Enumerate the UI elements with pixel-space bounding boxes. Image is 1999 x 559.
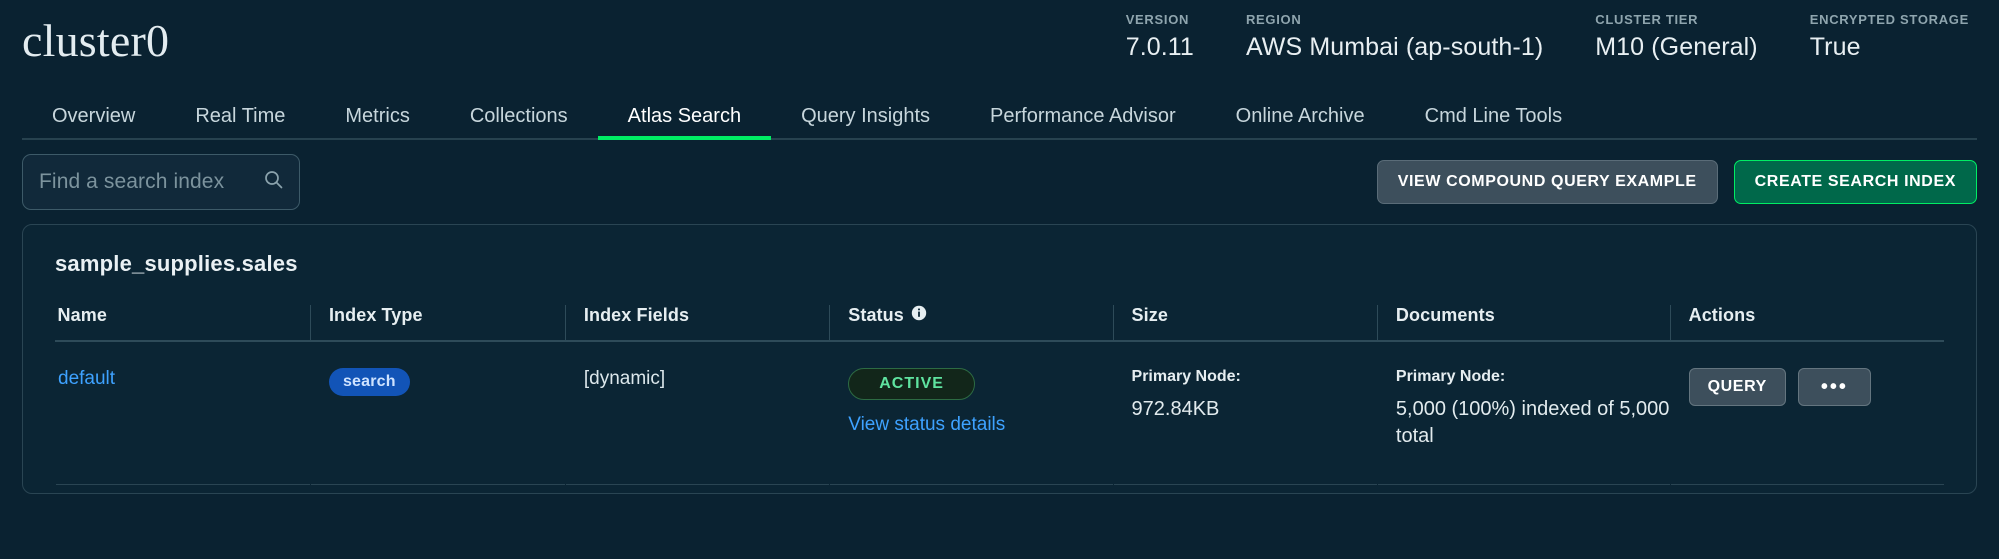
index-name-link[interactable]: default xyxy=(58,368,115,389)
tab-collections[interactable]: Collections xyxy=(440,92,598,140)
documents-value: 5,000 (100%) indexed of 5,000 total xyxy=(1396,396,1670,450)
tab-cmd-line-tools[interactable]: Cmd Line Tools xyxy=(1395,92,1592,140)
search-icon xyxy=(264,170,283,194)
toolbar-actions: VIEW COMPOUND QUERY EXAMPLE CREATE SEARC… xyxy=(1377,160,1977,204)
search-index-table: Name Index Type Index Fields Status xyxy=(55,305,1944,485)
tab-overview[interactable]: Overview xyxy=(22,92,165,140)
meta-version: VERSION 7.0.11 xyxy=(1126,12,1194,62)
index-type-badge: search xyxy=(329,368,410,396)
tab-atlas-search[interactable]: Atlas Search xyxy=(598,92,771,140)
column-header-index-type-label: Index Type xyxy=(329,305,423,326)
view-status-details-link[interactable]: View status details xyxy=(848,414,1112,436)
column-header-size-label: Size xyxy=(1132,305,1168,326)
meta-cluster-tier-value: M10 (General) xyxy=(1595,33,1757,62)
column-header-name: Name xyxy=(56,305,311,341)
search-index-box[interactable]: Find a search index xyxy=(22,154,300,210)
table-header-row: Name Index Type Index Fields Status xyxy=(56,305,1945,341)
column-header-name-label: Name xyxy=(58,305,107,326)
meta-version-label: VERSION xyxy=(1126,12,1194,27)
size-value: 972.84KB xyxy=(1132,396,1377,423)
tab-performance-advisor[interactable]: Performance Advisor xyxy=(960,92,1206,140)
meta-region-label: REGION xyxy=(1246,12,1543,27)
page-title: cluster0 xyxy=(22,14,169,67)
cell-index-type: search xyxy=(310,341,565,485)
cell-actions: QUERY ••• xyxy=(1670,341,1944,485)
status-badge: ACTIVE xyxy=(848,368,975,400)
meta-cluster-tier: CLUSTER TIER M10 (General) xyxy=(1595,12,1757,62)
documents-node-label: Primary Node: xyxy=(1396,368,1670,386)
column-header-documents: Documents xyxy=(1377,305,1670,341)
create-search-index-button[interactable]: CREATE SEARCH INDEX xyxy=(1734,160,1977,204)
query-button[interactable]: QUERY xyxy=(1689,368,1786,406)
cell-index-fields: [dynamic] xyxy=(565,341,829,485)
cell-status: ACTIVE View status details xyxy=(830,341,1113,485)
tab-query-insights[interactable]: Query Insights xyxy=(771,92,960,140)
meta-region: REGION AWS Mumbai (ap-south-1) xyxy=(1246,12,1543,62)
main-tab-bar: Overview Real Time Metrics Collections A… xyxy=(0,92,1999,140)
column-header-documents-label: Documents xyxy=(1396,305,1495,326)
index-fields-value: [dynamic] xyxy=(584,368,665,389)
size-node-label: Primary Node: xyxy=(1132,368,1377,386)
meta-encrypted-storage-label: ENCRYPTED STORAGE xyxy=(1810,12,1969,27)
row-actions: QUERY ••• xyxy=(1689,368,1944,406)
meta-encrypted-storage-value: True xyxy=(1810,33,1969,62)
more-actions-button[interactable]: ••• xyxy=(1798,368,1871,406)
meta-encrypted-storage: ENCRYPTED STORAGE True xyxy=(1810,12,1969,62)
column-header-index-fields-label: Index Fields xyxy=(584,305,689,326)
cell-documents: Primary Node: 5,000 (100%) indexed of 5,… xyxy=(1377,341,1670,485)
meta-region-value: AWS Mumbai (ap-south-1) xyxy=(1246,33,1543,62)
column-header-status: Status xyxy=(830,305,1113,341)
meta-version-value: 7.0.11 xyxy=(1126,33,1194,62)
column-header-index-fields: Index Fields xyxy=(565,305,829,341)
collection-namespace-title: sample_supplies.sales xyxy=(55,251,1944,277)
cluster-meta-group: VERSION 7.0.11 REGION AWS Mumbai (ap-sou… xyxy=(1126,12,1977,62)
column-header-size: Size xyxy=(1113,305,1377,341)
cell-size: Primary Node: 972.84KB xyxy=(1113,341,1377,485)
column-header-index-type: Index Type xyxy=(310,305,565,341)
search-toolbar: Find a search index VIEW COMPOUND QUERY … xyxy=(0,140,1999,224)
info-icon[interactable] xyxy=(911,305,927,326)
view-compound-query-example-button[interactable]: VIEW COMPOUND QUERY EXAMPLE xyxy=(1377,160,1718,204)
tab-metrics[interactable]: Metrics xyxy=(315,92,439,140)
cell-index-name: default xyxy=(56,341,311,485)
tab-online-archive[interactable]: Online Archive xyxy=(1206,92,1395,140)
column-header-status-label: Status xyxy=(848,305,904,326)
meta-cluster-tier-label: CLUSTER TIER xyxy=(1595,12,1757,27)
search-index-card: sample_supplies.sales Name Index Type In… xyxy=(22,224,1977,494)
column-header-actions: Actions xyxy=(1670,305,1944,341)
table-row: default search [dynamic] ACTIVE View sta… xyxy=(56,341,1945,485)
column-header-actions-label: Actions xyxy=(1689,305,1756,326)
search-input[interactable]: Find a search index xyxy=(39,170,256,194)
cluster-header: cluster0 VERSION 7.0.11 REGION AWS Mumba… xyxy=(0,0,1999,92)
tab-real-time[interactable]: Real Time xyxy=(165,92,315,140)
